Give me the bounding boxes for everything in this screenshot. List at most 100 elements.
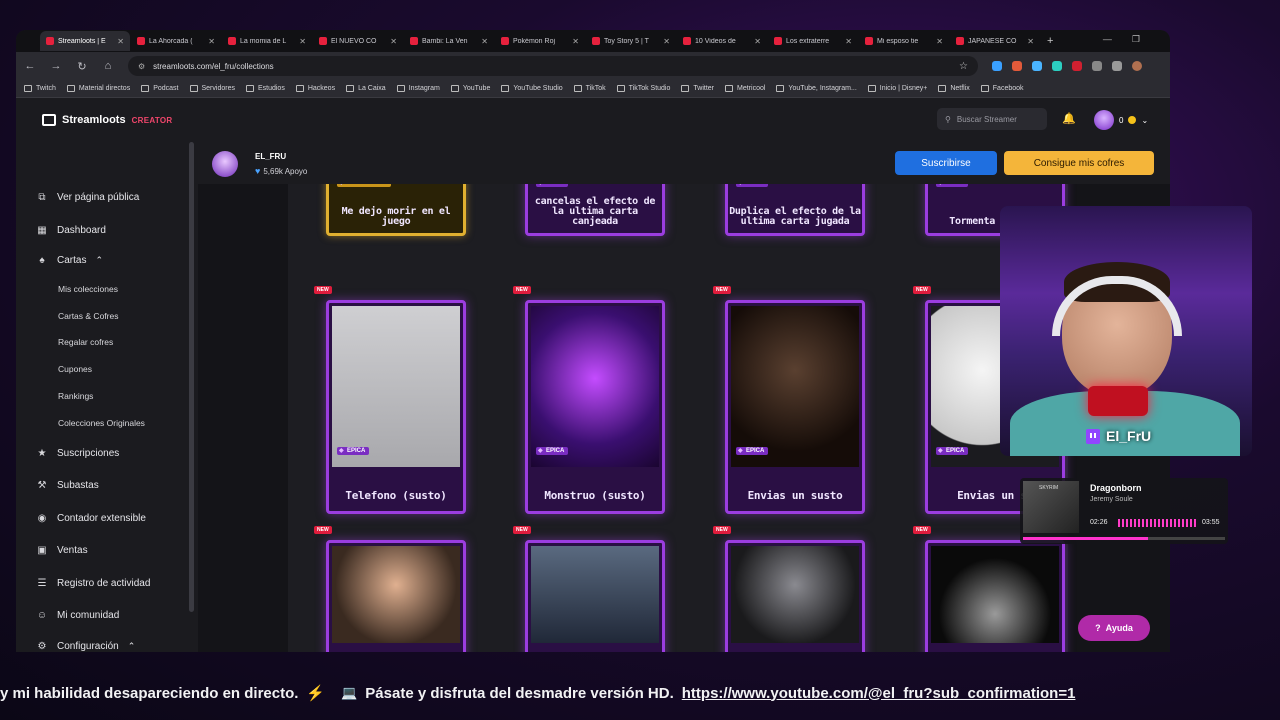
bookmark-item[interactable]: Netflix [938, 85, 970, 92]
puzzle-icon[interactable] [1092, 61, 1102, 71]
collection-card[interactable]: EPICA Monstruo (susto) [525, 300, 665, 514]
browser-tab[interactable]: Pokémon Roj ✕ [495, 31, 585, 51]
sidebar-subitem[interactable]: Colecciones Originales [58, 418, 145, 428]
bookmark-item[interactable]: Twitter [681, 85, 714, 92]
close-icon[interactable]: ✕ [299, 37, 306, 46]
maximize-icon[interactable]: ❐ [1132, 34, 1140, 45]
sidebar-item-label: Ver página pública [57, 192, 140, 203]
browser-tab[interactable]: La Ahorcada (✕ [131, 31, 221, 51]
back-icon[interactable]: ← [24, 60, 36, 72]
extension-icon[interactable] [1072, 61, 1082, 71]
browser-tab[interactable]: JAPANESE CO ✕ [950, 31, 1040, 51]
bookmark-item[interactable]: Instagram [396, 85, 440, 92]
sidebar-item[interactable]: ★ Suscripciones [36, 448, 120, 459]
minimize-icon[interactable]: — [1103, 34, 1112, 45]
subscribe-button[interactable]: Suscribirse [895, 151, 997, 175]
bookmark-item[interactable]: YouTube Studio [501, 85, 563, 92]
browser-tab[interactable]: Mi esposo tie ✕ [859, 31, 949, 51]
reload-icon[interactable]: ↻ [76, 60, 88, 73]
browser-tab[interactable]: Los extraterre ✕ [768, 31, 858, 51]
sidebar-item[interactable]: ⧉ Ver página pública [36, 192, 139, 203]
collection-card[interactable]: EPICA Telefono (susto) [326, 300, 466, 514]
bookmark-item[interactable]: Metricool [725, 85, 765, 92]
collection-card[interactable] [525, 540, 665, 652]
browser-tab[interactable]: Toy Story 5 | T ✕ [586, 31, 676, 51]
browser-tab[interactable]: Bambi: La Ven ✕ [404, 31, 494, 51]
bookmark-icon [681, 85, 690, 92]
collection-card[interactable]: EPICA Envias un susto [725, 300, 865, 514]
sidebar-subitem[interactable]: Cupones [58, 364, 92, 374]
sidebar-subitem[interactable]: Regalar cofres [58, 337, 113, 347]
bookmark-star-icon[interactable]: ☆ [959, 61, 968, 72]
sidebar-subitem[interactable]: Cartas & Cofres [58, 311, 118, 321]
extension-icon[interactable] [1052, 61, 1062, 71]
extension-icon[interactable] [1032, 61, 1042, 71]
sidebar-item[interactable]: ▣ Ventas [36, 545, 87, 556]
bookmark-item[interactable]: La Caixa [346, 85, 386, 92]
help-button[interactable]: ? Ayuda [1078, 615, 1150, 641]
bell-icon[interactable]: 🔔 [1062, 112, 1076, 125]
bookmark-item[interactable]: YouTube [450, 85, 490, 92]
bookmark-item[interactable]: Twitch [24, 85, 56, 92]
search-input[interactable]: ⚲ Buscar Streamer [937, 108, 1047, 130]
sidebar-item[interactable]: ☰ Registro de actividad [36, 578, 151, 589]
close-icon[interactable]: ✕ [117, 37, 124, 46]
bookmark-item[interactable]: Material directos [66, 85, 130, 92]
profile-avatar[interactable] [1132, 61, 1142, 71]
download-icon[interactable] [1112, 61, 1122, 71]
bookmark-item[interactable]: YouTube, Instagram... [776, 85, 857, 92]
bookmark-item[interactable]: TikTok Studio [616, 85, 670, 92]
close-icon[interactable]: ✕ [936, 37, 943, 46]
close-icon[interactable]: ✕ [208, 37, 215, 46]
collection-card[interactable] [725, 540, 865, 652]
collection-card[interactable] [925, 540, 1065, 652]
ticker-link[interactable]: https://www.youtube.com/@el_fru?sub_conf… [682, 685, 1076, 702]
sidebar-item[interactable]: ♠ Cartas ⌃ [36, 255, 103, 266]
bookmark-item[interactable]: Hackeos [295, 85, 335, 92]
new-badge: NEW [513, 526, 531, 534]
sidebar-item-label: Configuración [57, 641, 119, 652]
sidebar-scrollbar[interactable] [189, 142, 194, 612]
site-info-icon[interactable]: ⚙ [138, 62, 145, 71]
bookmark-item[interactable]: Estudios [245, 85, 285, 92]
sidebar-item[interactable]: ☺ Mi comunidad [36, 610, 119, 621]
bookmark-item[interactable]: Servidores [189, 85, 235, 92]
browser-tab[interactable]: La momia de L ✕ [222, 31, 312, 51]
bookmark-item[interactable]: Facebook [980, 85, 1024, 92]
url-field[interactable]: ⚙ streamloots.com/el_fru/collections ☆ [128, 56, 978, 76]
close-icon[interactable]: ✕ [572, 37, 579, 46]
user-menu[interactable]: 0 ⌄ [1094, 110, 1148, 130]
get-chests-button[interactable]: Consigue mis cofres [1004, 151, 1154, 175]
bookmark-label: Servidores [201, 85, 235, 92]
close-icon[interactable]: ✕ [754, 37, 761, 46]
bookmark-icon [189, 85, 198, 92]
browser-tab[interactable]: Streamloots | E ✕ [40, 31, 130, 51]
browser-tab[interactable]: El NUEVO CO ✕ [313, 31, 403, 51]
bookmark-item[interactable]: TikTok [573, 85, 606, 92]
forward-icon[interactable]: → [50, 60, 62, 72]
sidebar-subitem[interactable]: Mis colecciones [58, 284, 118, 294]
home-icon[interactable]: ⌂ [102, 60, 114, 72]
collection-card[interactable] [326, 540, 466, 652]
close-icon[interactable]: ✕ [390, 37, 397, 46]
bookmark-item[interactable]: Podcast [141, 85, 179, 92]
close-icon[interactable]: ✕ [663, 37, 670, 46]
extension-icon[interactable] [992, 61, 1002, 71]
sidebar-item[interactable]: ▦ Dashboard [36, 225, 106, 236]
close-icon[interactable]: ✕ [481, 37, 488, 46]
browser-tab[interactable]: 10 Videos de ✕ [677, 31, 767, 51]
bookmark-item[interactable]: Inicio | Disney+ [867, 85, 927, 92]
tab-label: Los extraterre [786, 37, 830, 45]
sidebar-item[interactable]: ◉ Contador extensible [36, 513, 146, 524]
card-title: Duplica el efecto de la ultima carta jug… [729, 206, 861, 227]
streamloots-logo[interactable]: Streamloots CREATOR [42, 114, 173, 126]
sidebar-item[interactable]: ⚙ Configuración ⌃ [36, 641, 136, 652]
sidebar-item-label: Suscripciones [57, 448, 120, 459]
streamer-avatar[interactable] [212, 151, 238, 177]
close-icon[interactable]: ✕ [845, 37, 852, 46]
close-icon[interactable]: ✕ [1027, 37, 1034, 46]
new-tab-button[interactable]: + [1047, 35, 1053, 47]
sidebar-subitem[interactable]: Rankings [58, 391, 93, 401]
extension-icon[interactable] [1012, 61, 1022, 71]
sidebar-item[interactable]: ⚒ Subastas [36, 480, 99, 491]
